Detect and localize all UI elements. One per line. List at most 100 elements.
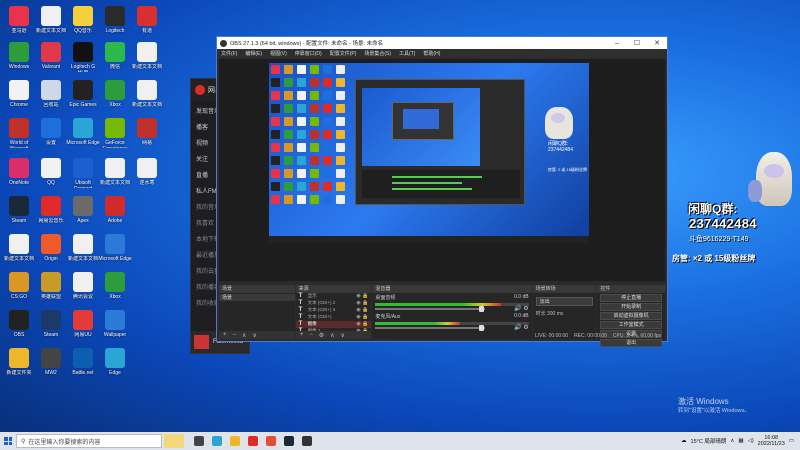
desktop-icon[interactable]: 新建文本文档 (4, 234, 34, 268)
desktop-icon[interactable]: MW2 (36, 348, 66, 382)
visibility-lock-icon[interactable]: ◉ 🔒 (356, 300, 368, 306)
start-recording-button[interactable]: 开始录制 (600, 303, 662, 311)
weather-icon[interactable]: ☁ (681, 438, 687, 444)
weather-text[interactable]: 15°C 局部晴朗 (691, 437, 727, 445)
taskbar-clock[interactable]: 16:08 2022/11/23 (758, 435, 785, 447)
desktop-icon[interactable]: 英雄联盟 (36, 272, 66, 306)
obs-menu-item[interactable]: 工具(T) (399, 50, 415, 57)
desktop-icon[interactable]: 腾讯会议 (68, 272, 98, 306)
obs-menu-item[interactable]: 视图(V) (270, 50, 287, 57)
visibility-lock-icon[interactable]: ◉ 🔒 (356, 321, 368, 327)
taskbar-app-edge[interactable] (208, 432, 226, 450)
desktop-icon[interactable]: 网易 (132, 118, 162, 152)
obs-menu-item[interactable]: 场景集合(S) (364, 50, 391, 57)
desktop-icon[interactable]: 新建文本文档 (36, 6, 66, 40)
scene-item[interactable]: 场景 (219, 294, 295, 301)
visibility-lock-icon[interactable]: ◉ 🔒 (356, 293, 368, 299)
studio-mode-button[interactable]: 工作室模式 (600, 321, 662, 329)
source-item[interactable]: T 文本 (GDI+) 2 ◉ 🔒 (296, 300, 372, 307)
desktop-icon[interactable]: 有道 (132, 6, 162, 40)
desktop-icon[interactable]: OBS (4, 310, 34, 344)
obs-preview-canvas[interactable]: 闲聊Q群: 237442484 房管: 2 或 15级粉丝牌 (269, 63, 589, 243)
desktop-icon[interactable]: 亚马逊 (4, 6, 34, 40)
obs-menu-item[interactable]: 帮助(H) (423, 50, 440, 57)
taskbar-app-task-view[interactable] (190, 432, 208, 450)
desktop-icon[interactable]: Origin (36, 234, 66, 268)
desktop-icon[interactable]: 新建文本文档 (132, 42, 162, 76)
desktop-icon[interactable]: QQ (36, 158, 66, 192)
desktop-icon[interactable]: Logitech G HUB (68, 42, 98, 76)
source-item[interactable]: T 图像 ◉ 🔒 (295, 321, 372, 328)
desktop-icon[interactable]: Microsoft Edge (66, 118, 100, 152)
obs-menu-item[interactable]: 编辑(E) (245, 50, 262, 57)
obs-title-bar[interactable]: OBS 27.1.3 (64 bit, windows) - 配置文件: 未命名… (217, 37, 667, 49)
volume-slider[interactable] (375, 306, 486, 312)
close-button[interactable]: ✕ (647, 39, 667, 47)
obs-menu-item[interactable]: 文件(F) (221, 50, 237, 57)
desktop-icon[interactable]: Epic Games (68, 80, 98, 114)
volume-slider[interactable] (375, 325, 486, 331)
desktop-icon[interactable]: 设置 (36, 118, 66, 152)
maximize-button[interactable]: ☐ (627, 39, 647, 47)
obs-menu-item[interactable]: 停靠窗口(D) (295, 50, 322, 57)
minimize-button[interactable]: – (607, 40, 627, 47)
desktop-icon[interactable]: Steam (36, 310, 66, 344)
taskbar-app-store[interactable] (262, 432, 280, 450)
taskbar-search-box[interactable]: ⚲ 在这里输入你要搜索的内容 (16, 434, 162, 448)
desktop-icon[interactable]: CS:GO (4, 272, 34, 306)
volume-icon[interactable]: ◁) (748, 438, 754, 444)
obs-preview-area[interactable]: 闲聊Q群: 237442484 房管: 2 或 15级粉丝牌 (219, 59, 665, 281)
taskbar-widget[interactable] (164, 434, 184, 448)
notification-icon[interactable]: ▭ (789, 438, 794, 444)
transition-select[interactable]: 淡出 (535, 297, 594, 306)
visibility-lock-icon[interactable]: ◉ 🔒 (356, 307, 368, 313)
desktop-icon[interactable]: Xbox (100, 80, 130, 114)
obs-menu-item[interactable]: 配置文件(P) (330, 50, 357, 57)
desktop-icon[interactable]: Chrome (4, 80, 34, 114)
desktop-icon[interactable]: Adobe (100, 196, 130, 230)
desktop-icon[interactable]: QQ音乐 (68, 6, 98, 40)
desktop-icon[interactable]: Microsoft Edge (98, 234, 132, 268)
desktop-icon[interactable]: 微信 (100, 42, 130, 76)
desktop-icon[interactable]: 逆水寒 (132, 158, 162, 192)
stop-streaming-button[interactable]: 停止直播 (600, 294, 662, 302)
desktop-icon[interactable]: GeForce Experience (100, 118, 130, 152)
desktop-icon[interactable]: Windows (4, 42, 34, 76)
desktop-icon[interactable]: World of Warcraft (4, 118, 34, 152)
start-button[interactable] (0, 432, 16, 450)
desktop-icon[interactable]: 新建文本文档 (68, 234, 98, 268)
tray-expand-icon[interactable]: ∧ (730, 438, 734, 444)
taskbar-app-steam[interactable] (280, 432, 298, 450)
desktop-icon[interactable]: 回收站 (36, 80, 66, 114)
source-item[interactable]: T 显示 ◉ 🔒 (296, 293, 372, 300)
obs-window[interactable]: OBS 27.1.3 (64 bit, windows) - 配置文件: 未命名… (216, 36, 668, 347)
desktop-icon[interactable]: Apex (68, 196, 98, 230)
desktop-icon[interactable]: 网易云音乐 (36, 196, 66, 230)
network-icon[interactable]: ▦ (738, 438, 743, 444)
exit-button[interactable]: 退出 (600, 339, 662, 347)
taskbar-app-file-explorer[interactable] (226, 432, 244, 450)
desktop-icon[interactable]: Battle.net (68, 348, 98, 382)
album-cover[interactable] (194, 335, 209, 349)
taskbar-app-obs[interactable] (298, 432, 316, 450)
desktop-icon[interactable]: Valorant (36, 42, 66, 76)
desktop-icon[interactable]: Edge (100, 348, 130, 382)
desktop-icon[interactable]: Wallpaper (100, 310, 130, 344)
mute-settings-icon[interactable]: 🔊 ⚙ (514, 324, 529, 331)
taskbar-app-netease-music[interactable] (244, 432, 262, 450)
desktop-icon[interactable]: Logitech (100, 6, 130, 40)
desktop-icon[interactable]: OneNote (4, 158, 34, 192)
desktop-icon[interactable]: 新建文件夹 (4, 348, 34, 382)
source-item[interactable]: T 文本 (GDI+) 3 ◉ 🔒 (296, 307, 372, 314)
source-item[interactable]: T 文本 (GDI+) ◉ 🔒 (296, 314, 372, 321)
start-virtual-camera-button[interactable]: 启动虚拟摄像机 (600, 312, 662, 320)
desktop-icon[interactable]: 新建文本文档 (132, 80, 162, 114)
desktop-icon[interactable]: Ubisoft Connect (68, 158, 98, 192)
desktop-icon[interactable]: 新建文本文档 (100, 158, 130, 192)
desktop-icon[interactable]: Xbox (100, 272, 130, 306)
desktop-icon[interactable]: 网易UU (68, 310, 98, 344)
transition-duration-value[interactable]: 300 ms (547, 311, 563, 317)
mute-settings-icon[interactable]: 🔊 ⚙ (514, 305, 529, 312)
desktop-icon[interactable]: Steam (4, 196, 34, 230)
visibility-lock-icon[interactable]: ◉ 🔒 (356, 314, 368, 320)
